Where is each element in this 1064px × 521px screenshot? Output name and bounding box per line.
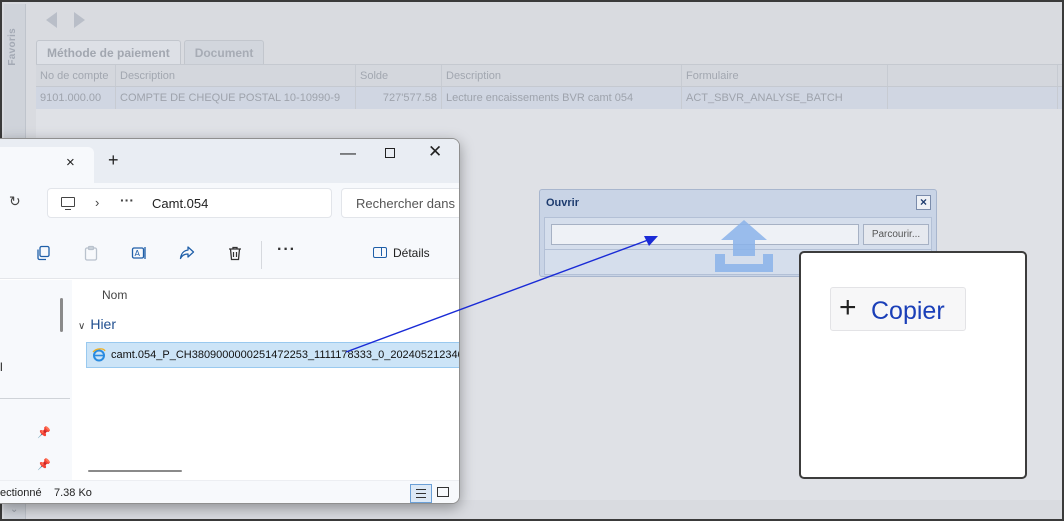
status-bar: ectionné 7.38 Ko: [0, 480, 459, 503]
file-path-input[interactable]: [551, 224, 859, 245]
close-icon[interactable]: ×: [916, 195, 931, 210]
breadcrumb-current-folder[interactable]: Camt.054: [152, 196, 208, 211]
explorer-titlebar: × + — ✕: [0, 139, 459, 183]
tab-methode-de-paiement[interactable]: Méthode de paiement: [36, 40, 181, 64]
copier-button[interactable]: + Copier: [830, 287, 966, 331]
table-cell: COMPTE DE CHEQUE POSTAL 10-10990-9: [116, 87, 356, 109]
paste-icon[interactable]: [83, 245, 99, 261]
nav-scrollbar[interactable]: [60, 298, 63, 332]
maximize-icon[interactable]: [385, 148, 395, 158]
details-view-icon[interactable]: [410, 484, 432, 503]
column-header[interactable]: Formulaire: [682, 65, 888, 86]
dialog-title: Ouvrir: [546, 197, 580, 209]
copier-popup: + Copier: [799, 251, 1027, 479]
chevron-down-icon: ∨: [78, 321, 86, 332]
nav-divider: [0, 398, 70, 399]
upload-arrow-icon: [715, 220, 773, 272]
navigation-pane: l 📌 📌: [0, 280, 72, 480]
column-header[interactable]: Solde: [356, 65, 442, 86]
rail-expand-icon[interactable]: ⌄: [10, 504, 18, 515]
browse-button[interactable]: Parcourir...: [863, 224, 929, 245]
minimize-icon[interactable]: —: [340, 145, 356, 163]
copy-icon[interactable]: [35, 245, 51, 261]
explorer-tab[interactable]: ×: [0, 147, 94, 183]
table-cell: ACT_SBVR_ANALYSE_BATCH: [682, 87, 888, 109]
table-cell: 727'577.58: [356, 87, 442, 109]
search-input[interactable]: Rechercher dans: [341, 188, 459, 218]
tab-document[interactable]: Document: [183, 40, 265, 64]
file-list: Nom ∨ Hier camt.054_P_CH38090000002514722…: [72, 280, 460, 480]
details-pane-button[interactable]: Détails: [373, 246, 430, 260]
table-cell: Lecture encaissements BVR camt 054: [442, 87, 682, 109]
nav-forward-icon[interactable]: [74, 12, 85, 28]
column-header-empty: [888, 65, 1058, 86]
internet-explorer-file-icon: [92, 348, 106, 362]
copier-label: Copier: [871, 297, 945, 325]
breadcrumb-ellipsis[interactable]: ···: [120, 192, 134, 208]
file-explorer-window: × + — ✕ ↻ › ··· Camt.054 Rechercher dans…: [0, 138, 460, 504]
table-cell: 9101.000.00: [36, 87, 116, 109]
details-pane-icon: [373, 247, 387, 258]
svg-text:A: A: [135, 249, 141, 258]
group-label: Hier: [90, 316, 116, 332]
large-icons-view-icon[interactable]: [437, 487, 449, 497]
close-tab-icon[interactable]: ×: [66, 154, 75, 171]
toolbar-separator: [261, 241, 262, 269]
table-cell: [888, 87, 1058, 109]
rename-icon[interactable]: A: [131, 245, 147, 261]
explorer-address-bar: ↻ › ··· Camt.054 Rechercher dans: [0, 183, 459, 223]
table-row[interactable]: 9101.000.00 COMPTE DE CHEQUE POSTAL 10-1…: [36, 87, 1062, 109]
grid-header: No de compte Description Solde Descripti…: [36, 65, 1062, 87]
plus-icon: +: [839, 291, 857, 324]
column-header-name[interactable]: Nom: [102, 288, 127, 302]
file-name: camt.054_P_CH3809000000251472253_1111178…: [111, 349, 460, 361]
window-close-icon[interactable]: ✕: [428, 142, 442, 162]
selection-status: ectionné: [0, 487, 42, 499]
column-header[interactable]: Description: [442, 65, 682, 86]
nav-back-icon[interactable]: [46, 12, 57, 28]
selection-size: 7.38 Ko: [54, 487, 92, 499]
explorer-command-bar: A ··· Détails: [0, 223, 459, 279]
breadcrumb-chevron-icon[interactable]: ›: [95, 195, 99, 210]
this-pc-icon[interactable]: [61, 197, 75, 211]
address-field[interactable]: › ··· Camt.054: [47, 188, 332, 218]
list-item[interactable]: camt.054_P_CH3809000000251472253_1111178…: [86, 342, 460, 368]
more-options-button[interactable]: ···: [277, 241, 296, 259]
nav-item-label[interactable]: l: [0, 360, 3, 374]
group-header-hier[interactable]: ∨ Hier: [78, 316, 116, 332]
details-label: Détails: [393, 246, 430, 260]
refresh-icon[interactable]: ↻: [9, 193, 21, 210]
share-icon[interactable]: [179, 245, 195, 261]
delete-icon[interactable]: [227, 245, 243, 261]
pin-icon[interactable]: 📌: [37, 458, 51, 471]
pin-icon[interactable]: 📌: [37, 426, 51, 439]
horizontal-scrollbar[interactable]: [88, 470, 182, 472]
app-tabs: Méthode de paiement Document: [36, 40, 265, 64]
new-tab-button[interactable]: +: [108, 150, 119, 171]
column-header[interactable]: No de compte: [36, 65, 116, 86]
column-header[interactable]: Description: [116, 65, 356, 86]
favorites-label: Favoris: [7, 28, 18, 66]
